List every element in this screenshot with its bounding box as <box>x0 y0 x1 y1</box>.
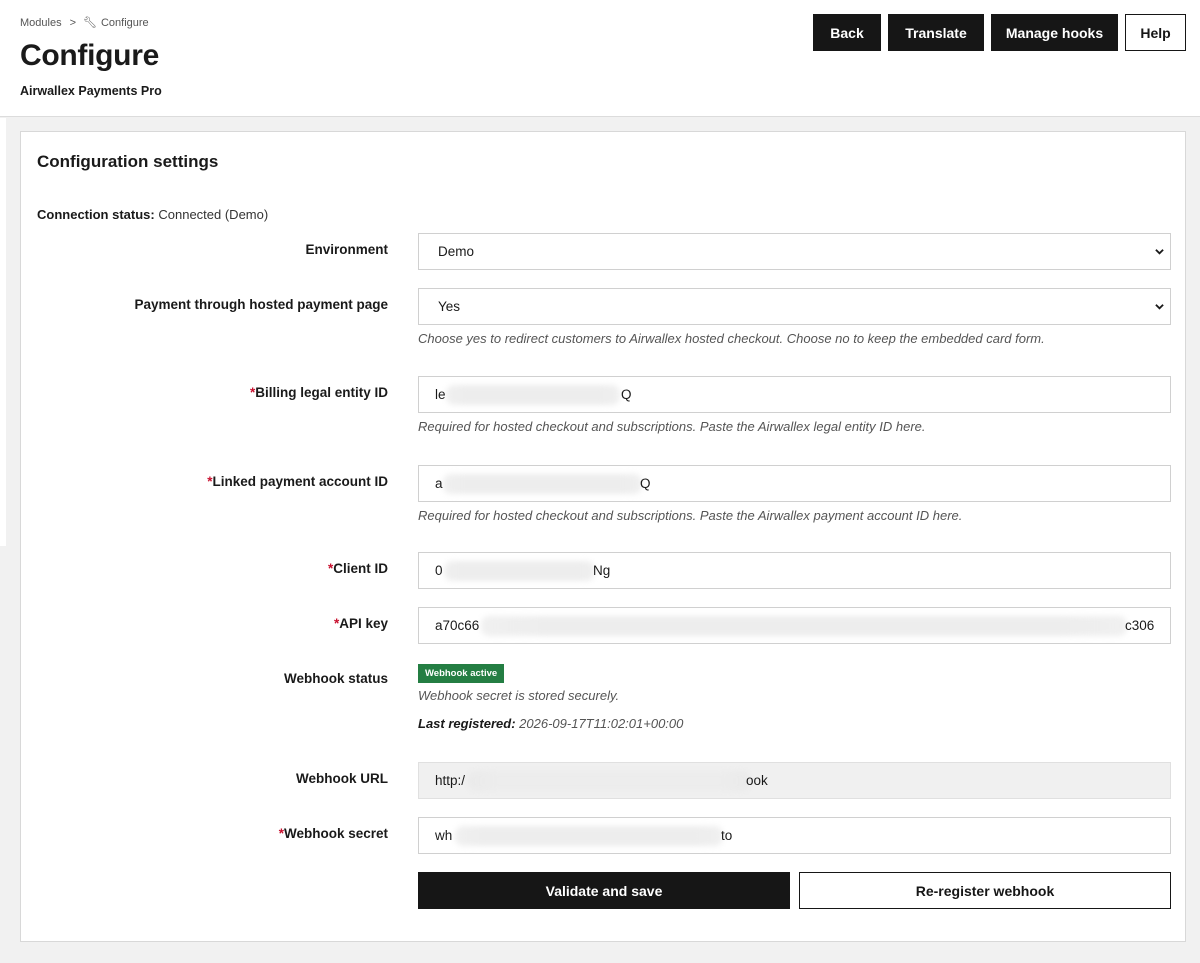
hosted-page-label: Payment through hosted payment page <box>134 297 388 312</box>
webhook-active-badge: Webhook active <box>418 664 505 683</box>
billing-entity-input[interactable]: le Q <box>418 376 1171 413</box>
page-title: Configure <box>20 39 159 72</box>
breadcrumb-modules-link[interactable]: Modules <box>20 17 62 29</box>
billing-entity-value-start: le <box>435 387 446 402</box>
breadcrumb: Modules > 🔧︎ Configure <box>20 16 149 30</box>
webhook-url-value-end: ook <box>746 773 768 788</box>
billing-entity-value-end: Q <box>621 387 632 402</box>
client-id-label-text: Client ID <box>333 561 388 576</box>
last-registered: Last registered: 2026-09-17T11:02:01+00:… <box>418 716 683 731</box>
connection-status-value: Connected (Demo) <box>158 207 269 222</box>
client-id-label: *Client ID <box>328 561 388 576</box>
sidebar-strip <box>0 118 6 546</box>
page-header: Modules > 🔧︎ Configure Configure Airwall… <box>0 0 1200 117</box>
webhook-secret-value-end: to <box>721 828 733 843</box>
panel-title: Configuration settings <box>37 152 219 171</box>
webhook-url-value-start: http:/ <box>435 773 466 788</box>
redaction-blur <box>481 616 1127 636</box>
api-key-label-text: API key <box>339 616 388 631</box>
hosted-page-help: Choose yes to redirect customers to Airw… <box>418 331 1045 346</box>
linked-account-input[interactable]: a Q <box>418 465 1171 502</box>
hosted-page-select[interactable]: Yes <box>418 288 1171 325</box>
back-button[interactable]: Back <box>813 14 881 51</box>
api-key-value-end: c306 <box>1125 618 1155 633</box>
breadcrumb-current: Configure <box>100 16 149 29</box>
webhook-secret-label-text: Webhook secret <box>283 826 388 841</box>
connection-status-label: Connection status: <box>37 207 155 222</box>
connection-status: Connection status: Connected (Demo) <box>37 207 268 222</box>
redaction-blur <box>446 385 620 405</box>
configuration-panel: Configuration settings Connection status… <box>20 131 1186 942</box>
redaction-blur <box>444 561 595 581</box>
webhook-url-label: Webhook URL <box>296 771 388 786</box>
last-registered-label: Last registered: <box>418 716 516 731</box>
chevron-down-icon <box>1155 249 1164 255</box>
webhook-url-field: http:/ ook <box>418 762 1171 799</box>
reregister-webhook-button[interactable]: Re-register webhook <box>799 872 1171 909</box>
page-subtitle: Airwallex Payments Pro <box>20 84 162 98</box>
validate-and-save-button[interactable]: Validate and save <box>418 872 790 909</box>
api-key-value-start: a70c66 <box>435 618 480 633</box>
environment-value: Demo <box>438 244 475 259</box>
environment-select[interactable]: Demo <box>418 233 1171 270</box>
webhook-secret-input[interactable]: wh to <box>418 817 1171 854</box>
chevron-down-icon <box>1155 304 1164 310</box>
linked-account-value-start: a <box>435 476 443 491</box>
api-key-label: *API key <box>334 616 388 631</box>
manage-hooks-button[interactable]: Manage hooks <box>991 14 1118 51</box>
linked-account-help: Required for hosted checkout and subscri… <box>418 508 963 523</box>
billing-entity-label-text: Billing legal entity ID <box>255 385 388 400</box>
billing-entity-help: Required for hosted checkout and subscri… <box>418 419 926 434</box>
billing-entity-label: *Billing legal entity ID <box>250 385 388 400</box>
client-id-value-end: Ng <box>593 563 611 578</box>
environment-label: Environment <box>305 242 388 257</box>
redaction-blur <box>455 826 723 846</box>
webhook-secret-note: Webhook secret is stored securely. <box>418 688 620 703</box>
breadcrumb-separator: > <box>69 16 77 29</box>
linked-account-label: *Linked payment account ID <box>207 474 388 489</box>
translate-button[interactable]: Translate <box>888 14 984 51</box>
redaction-blur <box>443 474 642 494</box>
hosted-page-value: Yes <box>438 299 461 314</box>
client-id-input[interactable]: 0 Ng <box>418 552 1171 589</box>
linked-account-value-end: Q <box>640 476 651 491</box>
api-key-input[interactable]: a70c66 c306 <box>418 607 1171 644</box>
linked-account-label-text: Linked payment account ID <box>212 474 388 489</box>
client-id-value-start: 0 <box>435 563 443 578</box>
webhook-secret-value-start: wh <box>435 828 453 843</box>
wrench-icon: 🔧︎ <box>83 17 97 29</box>
redaction-blur <box>468 771 750 791</box>
help-button[interactable]: Help <box>1125 14 1186 51</box>
webhook-secret-label: *Webhook secret <box>279 826 388 841</box>
last-registered-value: 2026-09-17T11:02:01+00:00 <box>519 716 684 731</box>
webhook-status-label: Webhook status <box>283 671 388 686</box>
